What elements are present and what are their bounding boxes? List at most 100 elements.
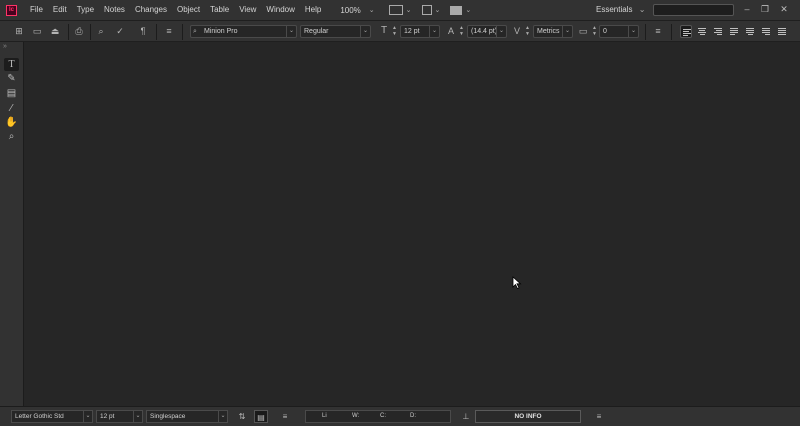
app-logo-text: Ic — [8, 7, 14, 13]
control-bar: ⊞ ▭ ⏏ ⎙ ⌕ ✓ ¶ ≡ ⌕ Minion Pro ⌄ Regular ⌄… — [0, 20, 800, 42]
tracking-dropdown[interactable]: 0 ⌄ — [599, 25, 639, 38]
menu-help[interactable]: Help — [300, 0, 326, 20]
chevron-down-icon: ⌄ — [496, 26, 506, 37]
info-status-badge: NO INFO — [475, 410, 581, 423]
line-numbers-icon[interactable]: ⇅ — [235, 410, 249, 423]
words-count-label: W: — [352, 413, 360, 419]
font-family-dropdown[interactable]: ⌕ Minion Pro ⌄ — [190, 25, 297, 38]
font-size-icon: T — [380, 25, 388, 36]
font-style-dropdown[interactable]: Regular ⌄ — [300, 25, 371, 38]
chevron-down-icon: ⌄ — [360, 26, 370, 37]
kerning-value: Metrics — [537, 28, 560, 35]
align-right-button[interactable] — [712, 25, 724, 38]
chevron-down-icon: ⌄ — [286, 26, 296, 37]
leading-stepper[interactable]: ▲ ▼ — [458, 25, 465, 38]
eyedropper-tool-icon[interactable]: ⁄ — [4, 102, 19, 115]
leading-value: (14.4 pt) — [471, 28, 498, 35]
search-input[interactable] — [653, 4, 734, 16]
toolbox: » T ✎ ▤ ⁄ ✋ ⌕ — [0, 42, 24, 406]
hand-tool-icon[interactable]: ✋ — [4, 116, 19, 129]
search-icon: ⌕ — [193, 28, 197, 35]
chevron-down-icon: ⌄ — [133, 411, 142, 422]
zoom-level-dropdown[interactable]: 100% ⌄ — [340, 6, 374, 15]
chevron-down-icon: ⌄ — [83, 411, 92, 422]
leading-icon: A — [447, 26, 454, 36]
status-bar: Letter Gothic Std ⌄ 12 pt ⌄ Singlespace … — [0, 406, 800, 426]
menu-edit[interactable]: Edit — [48, 0, 72, 20]
chevron-down-icon: ⌄ — [218, 411, 227, 422]
line-spacing-dropdown[interactable]: Singlespace ⌄ — [146, 410, 228, 423]
text-baseline-icon[interactable]: ⊥ — [459, 410, 473, 423]
story-font-size-value: 12 pt — [100, 413, 115, 420]
justify-left-button[interactable] — [728, 25, 740, 38]
font-size-dropdown[interactable]: 12 pt ⌄ — [400, 25, 440, 38]
workspace-switcher[interactable]: Essentials ⌄ — [596, 0, 645, 20]
tracking-icon: ▭ — [578, 26, 588, 36]
menu-icon[interactable]: ≡ — [164, 26, 174, 36]
menu-icon[interactable]: ≡ — [653, 26, 663, 36]
line-spacing-value: Singlespace — [150, 413, 186, 420]
chevron-down-icon: ⌄ — [562, 26, 572, 37]
note-tool-icon[interactable]: ▤ — [4, 87, 19, 100]
new-document-icon[interactable]: ⊞ — [14, 26, 24, 36]
text-frame-tool-icon[interactable]: ✎ — [4, 72, 19, 85]
chevron-down-icon[interactable]: ⌄ — [435, 6, 441, 14]
justify-center-button[interactable] — [744, 25, 756, 38]
align-center-button[interactable] — [696, 25, 708, 38]
menu-table[interactable]: Table — [205, 0, 234, 20]
menu-object[interactable]: Object — [172, 0, 205, 20]
print-icon[interactable]: ⎙ — [74, 26, 84, 36]
chevron-down-icon[interactable]: ⌄ — [406, 6, 412, 14]
justify-right-button[interactable] — [760, 25, 772, 38]
workspace-label: Essentials — [596, 5, 633, 14]
menu-icon[interactable]: ≡ — [278, 410, 292, 423]
tracking-value: 0 — [603, 28, 607, 35]
justify-all-button[interactable] — [776, 25, 788, 38]
chevron-down-icon[interactable]: ⌄ — [465, 6, 471, 14]
menu-type[interactable]: Type — [72, 0, 99, 20]
depth-label: D: — [410, 413, 416, 419]
story-view-icon[interactable]: ▤ — [254, 410, 268, 423]
document-canvas[interactable] — [24, 42, 800, 406]
menu-file[interactable]: File — [25, 0, 48, 20]
minimize-icon[interactable]: – — [738, 0, 756, 20]
arrange-documents-icon[interactable] — [450, 5, 463, 15]
font-size-stepper[interactable]: ▲ ▼ — [391, 25, 398, 38]
menu-changes[interactable]: Changes — [130, 0, 172, 20]
open-folder-icon[interactable]: ▭ — [32, 26, 42, 36]
zoom-level-value: 100% — [340, 5, 361, 15]
leading-dropdown[interactable]: (14.4 pt) ⌄ — [467, 25, 507, 38]
kerning-dropdown[interactable]: Metrics ⌄ — [533, 25, 573, 38]
kerning-icon: V — [513, 26, 520, 36]
menu-icon[interactable]: ≡ — [592, 410, 606, 423]
story-font-size-dropdown[interactable]: 12 pt ⌄ — [96, 410, 143, 423]
app-logo: Ic — [6, 4, 17, 16]
font-family-value: Minion Pro — [204, 28, 238, 35]
lines-count-label: Li — [322, 413, 327, 419]
zoom-tool-icon[interactable]: ⌕ — [4, 130, 19, 143]
tracking-stepper[interactable]: ▲ ▼ — [591, 25, 598, 38]
menu-notes[interactable]: Notes — [99, 0, 130, 20]
spell-check-icon[interactable]: ✓ — [115, 26, 125, 36]
close-icon[interactable]: ✕ — [775, 0, 793, 20]
menu-window[interactable]: Window — [261, 0, 299, 20]
collapse-toolbox-icon[interactable]: » — [3, 43, 7, 50]
story-font-dropdown[interactable]: Letter Gothic Std ⌄ — [11, 410, 93, 423]
chevron-down-icon: ⌄ — [368, 7, 375, 14]
menu-view[interactable]: View — [234, 0, 261, 20]
find-icon[interactable]: ⌕ — [96, 26, 106, 36]
view-options-icon[interactable] — [388, 5, 403, 15]
font-style-value: Regular — [304, 28, 329, 35]
chevron-down-icon: ⌄ — [628, 26, 638, 37]
type-tool-icon[interactable]: T — [4, 58, 19, 71]
pilcrow-icon[interactable]: ¶ — [138, 26, 148, 36]
kerning-stepper[interactable]: ▲ ▼ — [524, 25, 531, 38]
save-icon[interactable]: ⏏ — [50, 26, 60, 36]
align-left-button[interactable] — [680, 25, 692, 38]
story-stats-panel: Li W: C: D: — [305, 410, 451, 423]
screen-mode-icon[interactable] — [421, 5, 432, 15]
mouse-cursor-icon — [512, 276, 522, 290]
restore-icon[interactable]: ❐ — [756, 0, 774, 20]
chevron-down-icon: ⌄ — [638, 5, 646, 14]
font-size-value: 12 pt — [404, 28, 420, 35]
